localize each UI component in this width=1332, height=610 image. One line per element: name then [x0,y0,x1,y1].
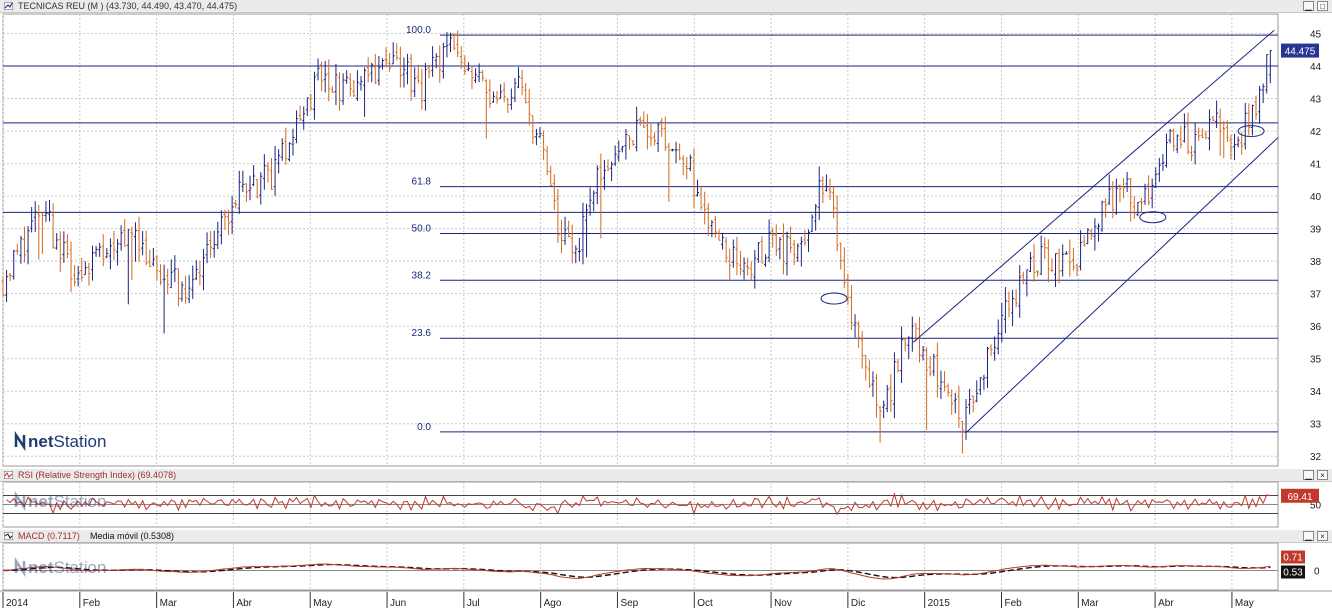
netstation-logo: netStation [14,490,106,512]
month-label: Sep [620,598,638,609]
month-label: Abr [236,598,252,609]
panel-frame-0 [2,13,1279,467]
trend-channel [912,29,1279,433]
horizontal-levels [3,65,1278,213]
chart-canvas[interactable]: 100.061.850.038.223.60.0 323334353637383… [0,0,1332,610]
price-tick-label: 40 [1310,192,1322,203]
price-tick-label: 36 [1310,322,1322,333]
price-tick-label: 43 [1310,95,1322,106]
price-tick-label: 39 [1310,225,1322,236]
month-label: Ago [544,598,562,609]
netstation-logo-text: netStation [28,558,106,577]
price-tick-label: 41 [1310,160,1322,171]
month-label: May [313,598,332,609]
netstation-logo-text: netStation [28,432,106,451]
channel-lower-line [966,137,1279,433]
price-tick-label: 33 [1310,420,1322,431]
netstation-logo: netStation [14,430,106,452]
price-tick-label: 37 [1310,290,1322,301]
macd-signal-value: 0.53 [1283,568,1303,579]
fibonacci-level-label: 61.8 [412,177,432,188]
macd-value: 0.71 [1283,553,1303,564]
price-tick-label: 34 [1310,387,1322,398]
price-tick-label: 44 [1310,62,1322,73]
netstation-logo-icon [14,556,26,578]
fibonacci-level-label: 0.0 [417,422,431,433]
rsi-indicator: 5069.41 [3,488,1322,516]
ohlc-bars [1,30,1272,454]
month-label: Mar [160,598,178,609]
price-tick-label: 32 [1310,452,1322,463]
price-tick-label: 42 [1310,127,1322,138]
month-label: Jun [390,598,406,609]
macd-indicator: 0 0.71 0.53 [2,550,1320,580]
month-label: Oct [697,598,713,609]
month-label: Feb [1004,598,1022,609]
price-tick-label: 38 [1310,257,1322,268]
fibonacci-level-label: 38.2 [412,270,432,281]
time-axis: 2014 Feb Mar Abr May Jun Jul Ago Sep Oct Nov Dic 201… [0,590,1332,609]
fibonacci-level-label: 100.0 [406,25,431,36]
month-label: 2014 [6,598,29,609]
month-label: Feb [83,598,101,609]
netstation-logo-icon [14,490,26,512]
price-tick-label: 45 [1310,30,1322,41]
rsi-value: 69.41 [1287,492,1312,503]
month-label: Mar [1081,598,1099,609]
price-tick-label: 35 [1310,355,1322,366]
month-label: Abr [1158,598,1174,609]
last-price-value: 44.475 [1285,47,1316,58]
macd-zero-label: 0 [1314,567,1320,578]
month-label: Jul [467,598,480,609]
ellipse-marker [820,292,848,305]
netstation-logo-icon [14,430,26,452]
fibonacci-level-label: 50.0 [412,223,432,234]
netstation-logo: netStation [14,556,106,578]
month-label: 2015 [928,598,951,609]
ellipse-markers [820,125,1265,305]
fibonacci-level-label: 23.6 [412,328,432,339]
watermarks: netStation netStation netStation [14,430,106,578]
netstation-logo-text: netStation [28,492,106,511]
month-label: May [1235,598,1254,609]
month-label: Dic [851,598,865,609]
price-axis: 32 33 34 35 36 37 38 39 40 41 42 43 44 45 44.475 [1281,30,1322,463]
ellipse-marker [1139,211,1167,224]
month-label: Nov [774,598,792,609]
